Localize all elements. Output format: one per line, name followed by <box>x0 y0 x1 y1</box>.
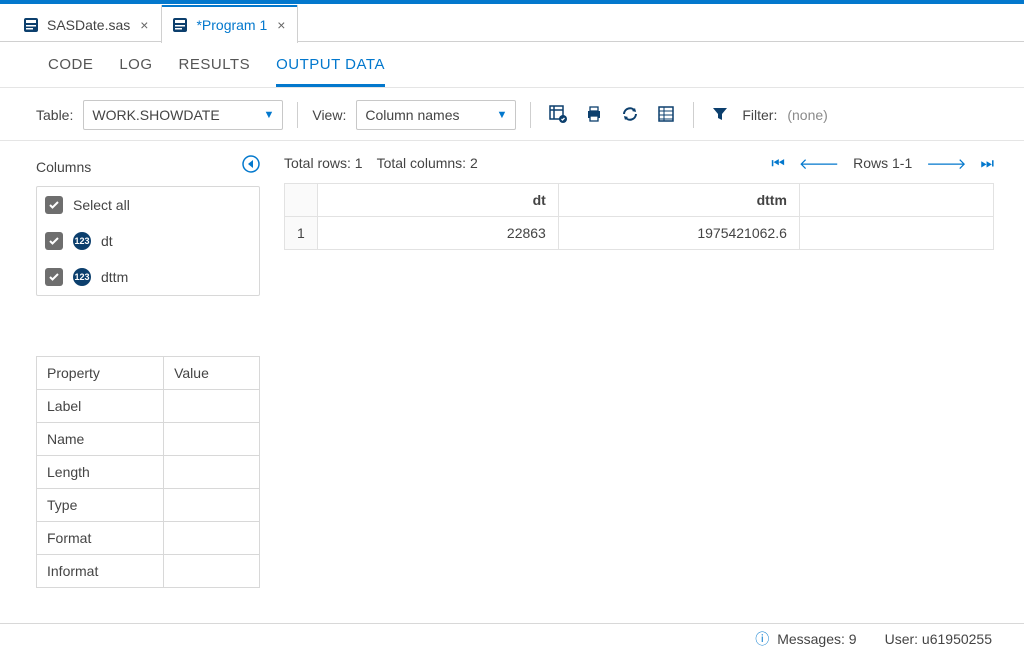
user-info: User: u61950255 <box>885 631 992 647</box>
table-row[interactable]: 1 22863 1975421062.6 <box>285 217 994 250</box>
select-all-row[interactable]: Select all <box>37 187 259 223</box>
property-table: PropertyValue Label Name Length Type For… <box>36 356 260 588</box>
table-select-value: WORK.SHOWDATE <box>92 107 219 123</box>
column-details-icon[interactable] <box>653 103 679 128</box>
data-table: dt dttm 1 22863 1975421062.6 <box>284 183 994 250</box>
col-header-dttm[interactable]: dttm <box>558 184 799 217</box>
collapse-icon[interactable] <box>242 155 260 178</box>
table-select[interactable]: WORK.SHOWDATE ▼ <box>83 100 283 130</box>
table-label: Table: <box>36 107 73 123</box>
close-icon[interactable]: × <box>275 17 287 33</box>
funnel-icon[interactable] <box>708 104 732 127</box>
select-all-label: Select all <box>73 197 130 213</box>
messages-link[interactable]: ⓘ Messages: 9 <box>755 629 856 649</box>
table-options-icon[interactable] <box>545 103 571 128</box>
divider <box>530 102 531 128</box>
columns-heading: Columns <box>36 159 91 175</box>
info-icon: ⓘ <box>755 631 769 647</box>
column-item-dttm[interactable]: 123 dttm <box>37 259 259 295</box>
view-label: View: <box>312 107 346 123</box>
print-icon[interactable] <box>581 103 607 128</box>
view-select-value: Column names <box>365 107 459 123</box>
file-tab-label: SASDate.sas <box>47 17 130 33</box>
file-tab-bar: SASDate.sas × *Program 1 × <box>0 4 1024 42</box>
numeric-type-icon: 123 <box>73 268 91 286</box>
next-page-icon[interactable]: 🡒 <box>926 154 966 173</box>
filter-value: (none) <box>787 107 827 123</box>
tab-code[interactable]: CODE <box>48 56 93 87</box>
numeric-type-icon: 123 <box>73 232 91 250</box>
prop-header-val: Value <box>164 357 260 390</box>
pager: ⏮ 🡐 Rows 1-1 🡒 ⏭ <box>771 154 994 173</box>
cell-empty <box>799 217 993 250</box>
messages-label: Messages: <box>777 631 845 647</box>
prop-row: Format <box>37 522 260 555</box>
chevron-down-icon: ▼ <box>263 109 274 121</box>
total-columns: Total columns: 2 <box>377 155 478 171</box>
divider <box>693 102 694 128</box>
col-header-empty <box>799 184 993 217</box>
tab-log[interactable]: LOG <box>119 56 152 87</box>
tab-results[interactable]: RESULTS <box>179 56 251 87</box>
checkbox-icon[interactable] <box>45 268 63 286</box>
prop-row: Informat <box>37 555 260 588</box>
total-rows: Total rows: 1 <box>284 155 363 171</box>
prop-row: Length <box>37 456 260 489</box>
column-list: Select all 123 dt 123 dttm <box>36 186 260 296</box>
status-bar: ⓘ Messages: 9 User: u61950255 <box>0 623 1024 653</box>
column-name: dt <box>101 233 113 249</box>
column-item-dt[interactable]: 123 dt <box>37 223 259 259</box>
messages-count: 9 <box>849 631 857 647</box>
rownum-header <box>285 184 318 217</box>
file-tab-program1[interactable]: *Program 1 × <box>161 5 298 43</box>
user-value: u61950255 <box>922 631 992 647</box>
toolbar: Table: WORK.SHOWDATE ▼ View: Column name… <box>0 88 1024 141</box>
columns-sidebar: Columns Select all 123 dt 123 dttm Prope… <box>0 141 272 623</box>
file-tab-label: *Program 1 <box>196 17 267 33</box>
tab-output-data[interactable]: OUTPUT DATA <box>276 56 385 87</box>
cell-dttm: 1975421062.6 <box>558 217 799 250</box>
program-icon <box>172 17 188 33</box>
prop-row: Name <box>37 423 260 456</box>
prop-row: Label <box>37 390 260 423</box>
col-header-dt[interactable]: dt <box>317 184 558 217</box>
refresh-icon[interactable] <box>617 103 643 128</box>
column-name: dttm <box>101 269 128 285</box>
last-page-icon[interactable]: ⏭ <box>980 155 994 172</box>
checkbox-icon[interactable] <box>45 196 63 214</box>
prop-row: Type <box>37 489 260 522</box>
inner-tab-bar: CODE LOG RESULTS OUTPUT DATA <box>0 42 1024 88</box>
divider <box>297 102 298 128</box>
user-label: User: <box>885 631 918 647</box>
file-tab-sasdate[interactable]: SASDate.sas × <box>12 5 161 43</box>
cell-dt: 22863 <box>317 217 558 250</box>
filter-label: Filter: <box>742 107 777 123</box>
data-area: Total rows: 1 Total columns: 2 ⏮ 🡐 Rows … <box>272 141 1024 623</box>
chevron-down-icon: ▼ <box>496 109 507 121</box>
close-icon[interactable]: × <box>138 17 150 33</box>
prev-page-icon[interactable]: 🡐 <box>799 154 839 173</box>
checkbox-icon[interactable] <box>45 232 63 250</box>
content-area: Columns Select all 123 dt 123 dttm Prope… <box>0 141 1024 623</box>
row-index: 1 <box>285 217 318 250</box>
view-select[interactable]: Column names ▼ <box>356 100 516 130</box>
first-page-icon[interactable]: ⏮ <box>771 155 785 172</box>
prop-header-key: Property <box>37 357 164 390</box>
rows-range: Rows 1-1 <box>853 155 912 171</box>
program-icon <box>23 17 39 33</box>
